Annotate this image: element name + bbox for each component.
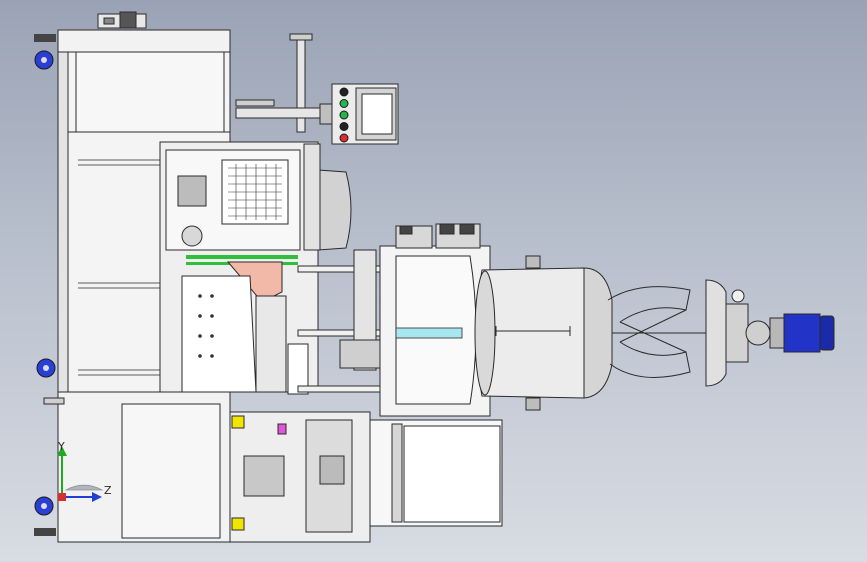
main-drum (474, 255, 613, 411)
z-axis-label: Z (104, 484, 112, 497)
top-switch-box (97, 11, 147, 29)
drive-motor (769, 313, 835, 353)
indicator-light[interactable] (339, 122, 349, 131)
indicator-light[interactable] (339, 87, 349, 97)
end-flange (705, 279, 771, 387)
cyan-beam (395, 327, 463, 339)
cad-viewport[interactable]: Y Z (0, 0, 867, 562)
indicator-light[interactable] (339, 133, 349, 143)
caster-mid-left (36, 358, 56, 378)
y-axis-label: Y (57, 440, 65, 453)
control-panel[interactable] (331, 83, 399, 145)
caster-top-left (34, 34, 56, 70)
indicator-light[interactable] (339, 110, 349, 120)
origin-marker (58, 493, 66, 501)
support-arm (235, 33, 335, 133)
lower-module (229, 411, 503, 543)
caster-bottom-left (34, 496, 56, 536)
indicator-light[interactable] (339, 99, 349, 108)
machine-drawing: Y Z (34, 11, 835, 543)
hmi-screen (361, 93, 393, 135)
